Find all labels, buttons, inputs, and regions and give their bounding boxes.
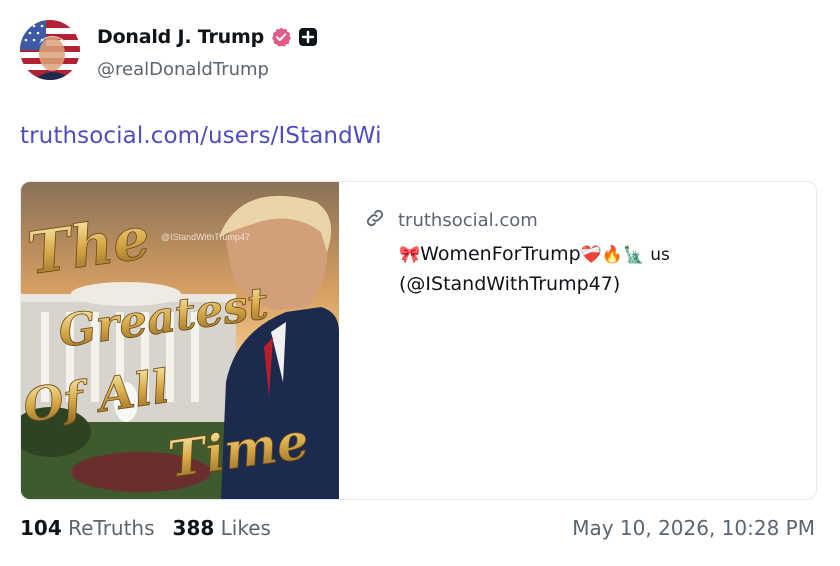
retruths-count: 104 <box>20 516 62 540</box>
post-timestamp[interactable]: May 10, 2026, 10:28 PM <box>572 516 815 540</box>
retruths-stat[interactable]: 104 ReTruths <box>20 516 155 540</box>
post-stats: 104 ReTruths 388 Likes <box>20 516 271 540</box>
link-icon <box>364 207 386 233</box>
author-display-name[interactable]: Donald J. Trump <box>97 26 264 48</box>
likes-stat[interactable]: 388 Likes <box>173 516 271 540</box>
likes-count: 388 <box>172 516 215 540</box>
avatar[interactable] <box>20 20 80 80</box>
verified-badge-icon <box>270 26 292 48</box>
card-title-handle: (@IStandWithTrump47) <box>399 273 621 295</box>
card-domain-row: truthsocial.com <box>364 207 538 233</box>
title-emojis-icon: ❤️‍🩹🔥🗽 <box>580 245 645 265</box>
plus-square-icon <box>298 27 318 47</box>
card-title-name: WomenForTrump <box>420 243 581 265</box>
card-title-suffix: us <box>650 245 670 265</box>
image-watermark: @IStandWithTrump47 <box>161 232 250 242</box>
retruths-label: ReTruths <box>68 516 155 540</box>
ribbon-emoji-icon: 🎀 <box>399 245 421 265</box>
likes-label: Likes <box>220 516 271 540</box>
author-handle[interactable]: @realDonaldTrump <box>97 59 269 80</box>
link-preview-image: The Greatest Of All Time @IStandWithTrum… <box>21 182 339 499</box>
card-domain: truthsocial.com <box>398 209 538 231</box>
post-link[interactable]: truthsocial.com/users/IStandWi <box>20 123 382 149</box>
card-title: 🎀WomenForTrump❤️‍🩹🔥🗽 us (@IStandWithTrum… <box>399 240 799 299</box>
link-preview-card[interactable]: The Greatest Of All Time @IStandWithTrum… <box>20 181 817 500</box>
flag-portrait-avatar <box>20 20 80 80</box>
author-name-row: Donald J. Trump <box>97 26 318 48</box>
